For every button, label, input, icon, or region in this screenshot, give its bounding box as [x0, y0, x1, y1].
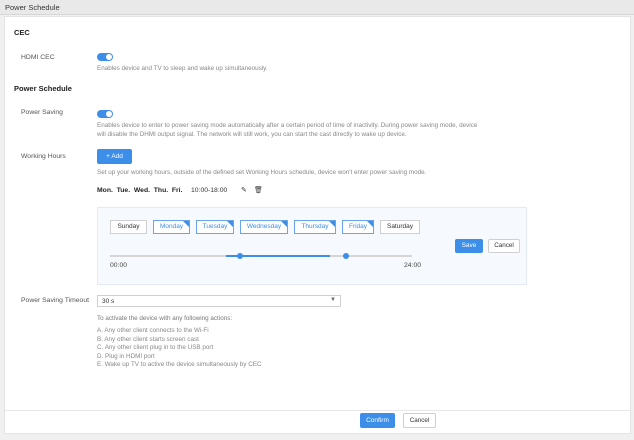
- hdmi-cec-description: Enables device and TV to sleep and wake …: [97, 65, 268, 72]
- window-title: Power Schedule: [0, 0, 634, 15]
- power-saving-toggle[interactable]: [97, 110, 113, 118]
- slider-start-label: 00:00: [110, 262, 128, 269]
- day-monday[interactable]: Monday: [153, 220, 190, 234]
- footer-divider: [5, 410, 630, 411]
- settings-panel: CEC HDMI CEC Enables device and TV to sl…: [4, 16, 631, 434]
- edit-icon[interactable]: ✎: [241, 186, 247, 194]
- delete-icon[interactable]: 🗑: [254, 186, 263, 194]
- schedule-days: Mon. Tue. Wed. Thu. Fri.: [97, 187, 183, 194]
- schedule-time: 10:00-18:00: [191, 187, 228, 194]
- day-saturday[interactable]: Saturday: [380, 220, 420, 234]
- list-item: A. Any other client connects to the Wi-F…: [97, 327, 209, 334]
- list-item: B. Any other client starts screen cast: [97, 335, 199, 343]
- add-button-label: Add: [111, 153, 123, 160]
- working-hours-description: Set up your working hours, outside of th…: [97, 169, 427, 176]
- timeout-intro: To activate the device with any followin…: [97, 315, 233, 322]
- list-item: C. Any other client plug in to the USB p…: [97, 344, 214, 351]
- cancel-button[interactable]: Cancel: [403, 413, 436, 428]
- end-time-handle[interactable]: [343, 253, 349, 259]
- cancel-edit-button[interactable]: Cancel: [488, 239, 520, 253]
- add-working-hours-button[interactable]: + Add: [97, 149, 132, 164]
- timeout-select[interactable]: 30 s ▼: [97, 295, 341, 307]
- confirm-button[interactable]: Confirm: [360, 413, 395, 428]
- working-hours-editor: Sunday Monday Tuesday Wednesday Thursday…: [97, 207, 527, 285]
- slider-end-label: 24:00: [404, 262, 422, 269]
- hdmi-cec-label: HDMI CEC: [21, 54, 55, 61]
- list-item: E. Wake up TV to active the device simul…: [97, 361, 262, 368]
- day-sunday[interactable]: Sunday: [110, 220, 147, 234]
- chevron-down-icon: ▼: [330, 297, 336, 303]
- power-saving-label: Power Saving: [21, 109, 63, 116]
- wake-actions-list: A. Any other client connects to the Wi-F…: [97, 327, 262, 370]
- power-saving-description: Enables device to enter to power saving …: [97, 122, 478, 138]
- hdmi-cec-toggle[interactable]: [97, 53, 113, 61]
- power-saving-timeout-label: Power Saving Timeout: [21, 297, 90, 304]
- list-item: D. Plug in HDMI port: [97, 352, 155, 360]
- day-thursday[interactable]: Thursday: [294, 220, 336, 234]
- day-wednesday[interactable]: Wednesday: [240, 220, 288, 234]
- day-tuesday[interactable]: Tuesday: [196, 220, 234, 234]
- save-button[interactable]: Save: [455, 239, 483, 253]
- start-time-handle[interactable]: [237, 253, 243, 259]
- timeout-value: 30 s: [102, 298, 115, 305]
- power-schedule-section-title: Power Schedule: [14, 84, 72, 93]
- working-hours-label: Working Hours: [21, 153, 66, 160]
- cec-section-title: CEC: [14, 28, 30, 37]
- day-friday[interactable]: Friday: [342, 220, 374, 234]
- plus-icon: +: [106, 153, 110, 160]
